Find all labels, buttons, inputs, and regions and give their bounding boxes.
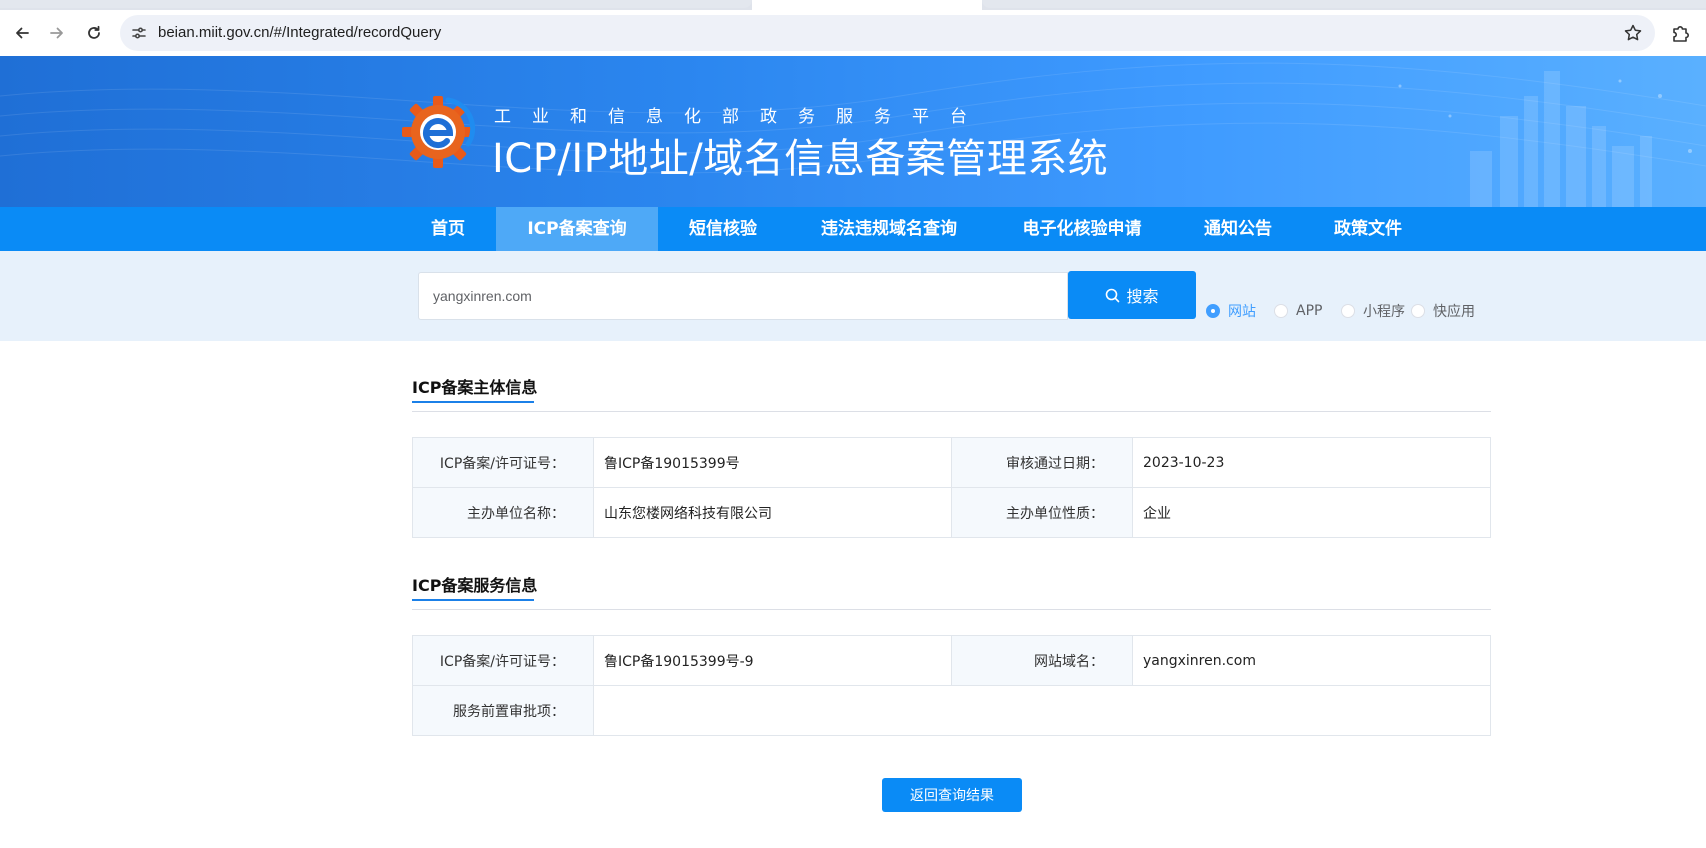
table-row: ICP备案/许可证号： 鲁ICP备19015399号-9 网站域名： yangx… (412, 635, 1491, 686)
license-label: ICP备案/许可证号： (412, 437, 594, 488)
tab-inactive-right[interactable] (982, 0, 1706, 8)
org-name-label: 主办单位名称： (412, 487, 594, 538)
radio-dot (1411, 304, 1425, 318)
star-icon[interactable] (1623, 23, 1643, 43)
section-title-subject: ICP备案主体信息 (412, 378, 538, 397)
license-value: 鲁ICP备19015399号 (593, 437, 952, 488)
service-license-value: 鲁ICP备19015399号-9 (593, 635, 952, 686)
header-subtitle: 工业和信息化部政务服务平台 (494, 107, 988, 127)
nav-item-illegal-domain[interactable]: 违法违规域名查询 (800, 207, 978, 251)
arrow-left-icon (16, 27, 29, 39)
approval-date-label: 审核通过日期： (951, 437, 1133, 488)
search-button-label: 搜索 (1126, 287, 1159, 306)
table-row: 服务前置审批项： (412, 685, 1491, 736)
search-button[interactable]: 搜索 (1068, 271, 1196, 319)
nav-item-sms-verify[interactable]: 短信核验 (670, 207, 776, 251)
nav-item-home[interactable]: 首页 (412, 207, 484, 251)
radio-website[interactable]: 网站 (1206, 302, 1256, 320)
radio-dot (1274, 304, 1288, 318)
nav-item-notices[interactable]: 通知公告 (1186, 207, 1290, 251)
puzzle-icon[interactable] (1668, 20, 1694, 46)
browser-toolbar: beian.miit.gov.cn/#/Integrated/recordQue… (0, 10, 1706, 56)
pre-approval-value (593, 685, 1491, 736)
tune-icon[interactable] (130, 24, 148, 42)
reload-button[interactable] (81, 20, 107, 46)
back-to-results-button[interactable]: 返回查询结果 (882, 778, 1022, 812)
section-divider (412, 609, 1491, 610)
nav-item-policies[interactable]: 政策文件 (1316, 207, 1420, 251)
tab-strip (0, 0, 1706, 10)
gear-e-logo (402, 96, 476, 168)
section-underline (412, 401, 534, 403)
domain-value: yangxinren.com (1132, 635, 1491, 686)
reload-icon (88, 25, 100, 39)
radio-dot (1341, 304, 1355, 318)
section-title-service: ICP备案服务信息 (412, 576, 538, 595)
tab-active[interactable] (752, 0, 982, 10)
table-row: 主办单位名称： 山东您楼网络科技有限公司 主办单位性质： 企业 (412, 487, 1491, 538)
search-input[interactable] (418, 272, 1068, 320)
service-info-table: ICP备案/许可证号： 鲁ICP备19015399号-9 网站域名： yangx… (412, 635, 1491, 736)
approval-date-value: 2023-10-23 (1132, 437, 1491, 488)
radio-app[interactable]: APP (1274, 302, 1322, 320)
org-type-label: 主办单位性质： (951, 487, 1133, 538)
address-bar[interactable]: beian.miit.gov.cn/#/Integrated/recordQue… (120, 15, 1655, 51)
domain-label: 网站域名： (951, 635, 1133, 686)
back-button[interactable] (9, 20, 35, 46)
nav-item-e-verify[interactable]: 电子化核验申请 (1004, 207, 1160, 251)
radio-mini-program[interactable]: 小程序 (1341, 302, 1405, 320)
header-title: ICP/IP地址/域名信息备案管理系统 (492, 136, 1109, 182)
pre-approval-label: 服务前置审批项： (412, 685, 594, 736)
org-type-value: 企业 (1132, 487, 1491, 538)
header-banner: 工业和信息化部政务服务平台 ICP/IP地址/域名信息备案管理系统 (0, 56, 1706, 207)
radio-label: 网站 (1228, 304, 1256, 320)
main-nav: 首页 ICP备案查询 短信核验 违法违规域名查询 电子化核验申请 通知公告 政策… (0, 207, 1706, 251)
subject-info-table: ICP备案/许可证号： 鲁ICP备19015399号 审核通过日期： 2023-… (412, 437, 1491, 538)
search-icon (1106, 288, 1120, 302)
url-text[interactable]: beian.miit.gov.cn/#/Integrated/recordQue… (158, 15, 441, 51)
tab-inactive-left[interactable] (0, 0, 752, 8)
section-underline (412, 599, 534, 601)
table-row: ICP备案/许可证号： 鲁ICP备19015399号 审核通过日期： 2023-… (412, 437, 1491, 488)
org-name-value: 山东您楼网络科技有限公司 (593, 487, 952, 538)
section-divider (412, 411, 1491, 412)
service-license-label: ICP备案/许可证号： (412, 635, 594, 686)
radio-label: APP (1296, 303, 1323, 319)
radio-label: 小程序 (1363, 304, 1405, 320)
nav-item-icp-query[interactable]: ICP备案查询 (496, 207, 658, 251)
radio-dot (1206, 304, 1220, 318)
arrow-right-icon (50, 27, 63, 39)
radio-quick-app[interactable]: 快应用 (1411, 302, 1475, 320)
search-area: 搜索 网站 APP 小程序 快应用 (0, 251, 1706, 341)
forward-button[interactable] (44, 20, 70, 46)
radio-label: 快应用 (1433, 304, 1475, 320)
